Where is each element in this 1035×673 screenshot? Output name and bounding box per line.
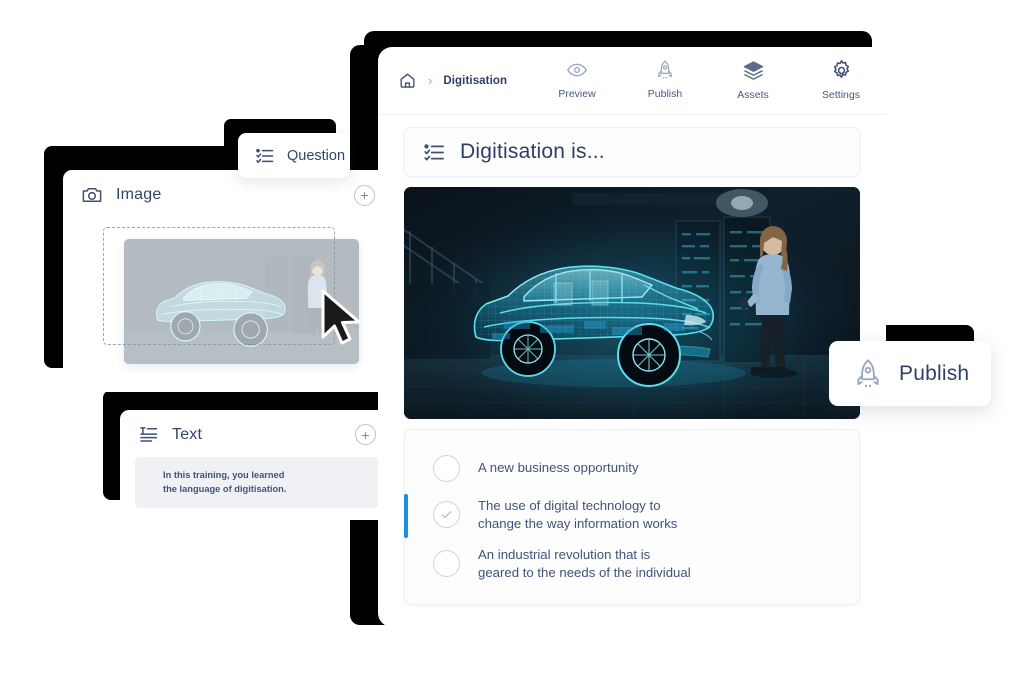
question-title: Digitisation is... (460, 140, 605, 163)
publish-floating-label: Publish (899, 361, 970, 385)
nav-preview-button[interactable]: Preview (548, 59, 606, 100)
question-header-card[interactable]: Digitisation is... (404, 127, 860, 177)
nav-settings-label: Settings (822, 89, 860, 101)
add-image-button[interactable]: + (354, 184, 375, 206)
answer-option-text: A new business opportunity (478, 460, 639, 476)
nav-settings-button[interactable]: Settings (812, 59, 870, 101)
publish-floating-button[interactable]: Publish (829, 341, 991, 406)
nav-publish-button[interactable]: Publish (636, 59, 694, 100)
answer-option-0[interactable]: A new business opportunity (405, 446, 859, 490)
add-text-button[interactable]: + (355, 424, 376, 445)
answer-option-text: An industrial revolution that is geared … (478, 547, 691, 580)
answer-options-list: A new business opportunity The use of di… (404, 429, 860, 606)
text-align-icon (138, 424, 159, 445)
eye-icon (566, 59, 588, 81)
camera-icon (81, 184, 103, 206)
question-block-tab[interactable]: Question (238, 133, 350, 178)
text-content-body: In this training, you learned the langua… (163, 470, 287, 494)
radio-unchecked-icon[interactable] (433, 454, 460, 482)
nav-publish-label: Publish (647, 88, 683, 100)
hero-image (404, 187, 860, 419)
answer-option-2[interactable]: An industrial revolution that is geared … (405, 539, 859, 588)
gear-icon (830, 59, 853, 82)
radio-unchecked-icon[interactable] (433, 550, 460, 578)
question-tab-label: Question (287, 147, 346, 164)
answer-option-1[interactable]: The use of digital technology to change … (404, 490, 859, 539)
rocket-icon (654, 59, 676, 81)
editor-window: › Digitisation Preview Publish Assets Se… (378, 47, 886, 627)
text-card-title: Text (172, 425, 203, 443)
selected-indicator-bar (404, 494, 408, 538)
text-card-header: Text + (120, 410, 394, 445)
wireframe-car-hologram-illustration (404, 187, 860, 419)
rocket-icon (851, 357, 885, 391)
breadcrumb-current[interactable]: Digitisation (443, 75, 507, 87)
answer-option-text: The use of digital technology to change … (478, 498, 678, 531)
home-icon[interactable] (398, 71, 417, 90)
nav-assets-button[interactable]: Assets (724, 59, 782, 101)
screenshot-root: › Digitisation Preview Publish Assets Se… (0, 0, 1035, 673)
layers-icon (742, 59, 765, 82)
image-card-title: Image (116, 186, 162, 203)
editor-nav-actions: Preview Publish Assets Settings (548, 59, 870, 101)
arrow-cursor (319, 289, 365, 352)
nav-preview-label: Preview (558, 88, 596, 100)
question-list-icon (423, 141, 446, 164)
breadcrumb: › Digitisation (398, 71, 507, 90)
radio-checked-icon[interactable] (433, 501, 460, 529)
text-content-preview[interactable]: In this training, you learned the langua… (135, 457, 379, 508)
nav-assets-label: Assets (737, 89, 769, 101)
editor-topbar: › Digitisation Preview Publish Assets Se… (378, 47, 886, 115)
breadcrumb-separator: › (428, 73, 433, 88)
text-block-card: Text + In this training, you learned the… (120, 410, 394, 520)
question-list-icon (255, 146, 275, 166)
